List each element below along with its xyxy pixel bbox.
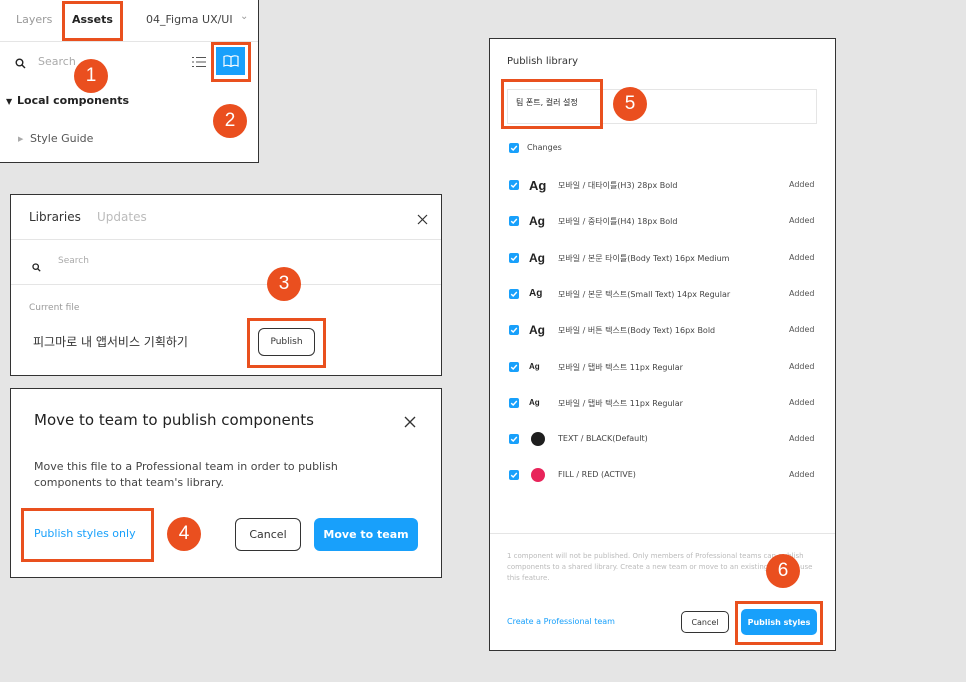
step-badge-4: 4 xyxy=(167,517,201,551)
style-checkbox[interactable] xyxy=(509,216,519,227)
text-style-icon: Ag xyxy=(529,287,543,299)
step-badge-5: 5 xyxy=(613,87,647,121)
style-status: Added xyxy=(789,434,815,444)
text-style-icon: Ag xyxy=(529,250,545,265)
move-to-team-dialog: Move to team to publish components Move … xyxy=(10,388,442,578)
style-checkbox[interactable] xyxy=(509,361,519,372)
create-professional-team-link[interactable]: Create a Professional team xyxy=(507,617,615,626)
publish-styles-button[interactable]: Publish styles xyxy=(741,609,817,635)
chevron-down-icon[interactable]: ⌄ xyxy=(240,11,248,22)
close-icon[interactable] xyxy=(417,210,428,229)
move-to-team-button[interactable]: Move to team xyxy=(314,518,418,551)
caret-down-icon[interactable]: ▼ xyxy=(6,97,12,106)
libraries-tab[interactable]: Libraries xyxy=(29,210,81,224)
style-status: Added xyxy=(789,216,815,226)
libraries-panel: Libraries Updates Search Current file 피그… xyxy=(10,194,442,376)
current-file-label: Current file xyxy=(29,303,80,313)
style-checkbox[interactable] xyxy=(509,434,519,445)
file-name: 피그마로 내 앱서비스 기획하기 xyxy=(33,335,188,349)
changes-label: Changes xyxy=(527,143,562,152)
style-checkbox[interactable] xyxy=(509,397,519,408)
publish-button[interactable]: Publish xyxy=(258,328,315,356)
style-name: 모바일 / 버튼 텍스트(Body Text) 16px Bold xyxy=(558,326,716,336)
divider xyxy=(11,284,441,285)
local-components-heading[interactable]: Local components xyxy=(17,94,129,107)
search-icon xyxy=(32,257,41,276)
publish-styles-only-link[interactable]: Publish styles only xyxy=(34,527,136,540)
cancel-button[interactable]: Cancel xyxy=(235,518,301,551)
style-name: 모바일 / 대타이틀(H3) 28px Bold xyxy=(558,181,678,190)
text-style-icon: Ag xyxy=(529,323,545,338)
style-name: 모바일 / 중타이틀(H4) 18px Bold xyxy=(558,217,678,227)
file-name-dropdown[interactable]: 04_Figma UX/UI xyxy=(146,13,233,26)
style-guide-item[interactable]: Style Guide xyxy=(30,132,93,145)
style-checkbox[interactable] xyxy=(509,252,519,263)
step-badge-3: 3 xyxy=(267,267,301,301)
book-icon xyxy=(222,52,239,71)
search-icon xyxy=(15,54,26,73)
search-input[interactable]: Search xyxy=(38,55,76,68)
style-status: Added xyxy=(789,470,815,480)
text-style-icon: Ag xyxy=(529,177,547,193)
divider xyxy=(11,239,441,240)
style-status: Added xyxy=(789,288,815,298)
style-checkbox[interactable] xyxy=(509,470,519,481)
style-name: 모바일 / 본문 타이틀(Body Text) 16px Medium xyxy=(558,253,730,263)
text-style-icon: Ag xyxy=(529,397,540,407)
style-checkbox[interactable] xyxy=(509,180,519,190)
text-style-icon: Ag xyxy=(529,361,540,371)
style-checkbox[interactable] xyxy=(509,288,519,299)
style-name: TEXT / BLACK(Default) xyxy=(558,434,648,444)
updates-tab[interactable]: Updates xyxy=(97,210,147,224)
step-badge-1: 1 xyxy=(74,59,108,93)
step-badge-6: 6 xyxy=(766,554,800,588)
style-status: Added xyxy=(789,180,815,189)
team-library-button[interactable] xyxy=(216,47,245,75)
divider xyxy=(490,533,835,534)
description-value: 팀 폰트, 컬러 설정 xyxy=(516,98,578,107)
tab-layers[interactable]: Layers xyxy=(16,13,52,26)
text-style-icon: Ag xyxy=(529,214,545,229)
dialog-body: Move this file to a Professional team in… xyxy=(34,460,338,489)
tab-assets[interactable]: Assets xyxy=(72,13,113,26)
close-icon[interactable] xyxy=(404,413,416,432)
divider xyxy=(0,41,258,42)
color-swatch-icon xyxy=(531,468,545,483)
style-name: FILL / RED (ACTIVE) xyxy=(558,470,636,480)
style-status: Added xyxy=(789,397,815,407)
caret-right-icon[interactable]: ▶ xyxy=(18,135,23,143)
publish-library-title: Publish library xyxy=(507,56,578,67)
style-name: 모바일 / 탭바 텍스트 11px Regular xyxy=(558,398,683,408)
style-name: 모바일 / 본문 텍스트(Small Text) 14px Regular xyxy=(558,289,731,299)
list-view-icon[interactable] xyxy=(192,53,206,72)
style-name: 모바일 / 탭바 텍스트 11px Regular xyxy=(558,362,683,372)
assets-panel: Layers Assets 04_Figma UX/UI ⌄ Search ▼ … xyxy=(0,0,259,163)
dialog-title: Move to team to publish components xyxy=(34,411,314,429)
changes-checkbox[interactable] xyxy=(509,143,519,153)
cancel-button[interactable]: Cancel xyxy=(681,611,729,633)
step-badge-2: 2 xyxy=(213,104,247,138)
style-status: Added xyxy=(789,325,815,335)
color-swatch-icon xyxy=(531,432,545,447)
search-input[interactable]: Search xyxy=(58,256,89,266)
description-input[interactable]: 팀 폰트, 컬러 설정 xyxy=(507,89,817,124)
style-status: Added xyxy=(789,361,815,371)
style-status: Added xyxy=(789,252,815,262)
style-checkbox[interactable] xyxy=(509,325,519,336)
